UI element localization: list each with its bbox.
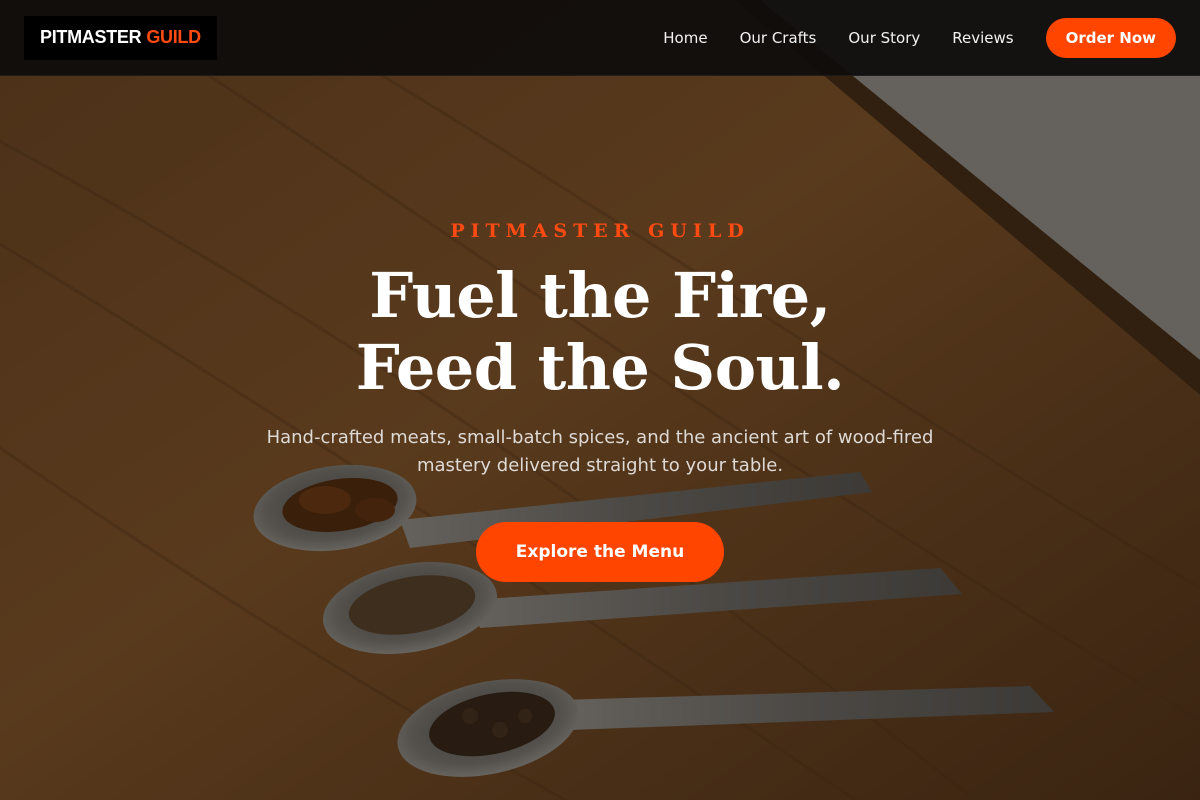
logo-text-accent: GUILD (146, 27, 201, 47)
hero-eyebrow: PITMASTER GUILD (450, 220, 750, 242)
site-logo[interactable]: PITMASTER GUILD (24, 15, 217, 60)
site-header: PITMASTER GUILD Home Our Crafts Our Stor… (0, 0, 1200, 76)
order-now-button[interactable]: Order Now (1045, 17, 1176, 58)
nav-link-our-story[interactable]: Our Story (848, 29, 920, 47)
hero-subtitle: Hand-crafted meats, small-batch spices, … (266, 427, 934, 476)
nav-link-our-crafts[interactable]: Our Crafts (740, 29, 817, 47)
hero-section: PITMASTER GUILD Fuel the Fire, Feed the … (0, 214, 1200, 582)
nav-link-home[interactable]: Home (663, 29, 707, 47)
hero-title: Fuel the Fire, Feed the Soul. (356, 260, 845, 404)
main-nav: Home Our Crafts Our Story Reviews Order … (663, 17, 1176, 58)
nav-link-reviews[interactable]: Reviews (952, 29, 1013, 47)
page: PITMASTER GUILD Home Our Crafts Our Stor… (0, 0, 1200, 800)
hero-title-line-2: Feed the Soul. (355, 331, 845, 404)
explore-menu-button[interactable]: Explore the Menu (475, 522, 725, 582)
hero-title-line-1: Fuel the Fire, (369, 259, 831, 332)
logo-text-primary: PITMASTER (40, 27, 142, 47)
